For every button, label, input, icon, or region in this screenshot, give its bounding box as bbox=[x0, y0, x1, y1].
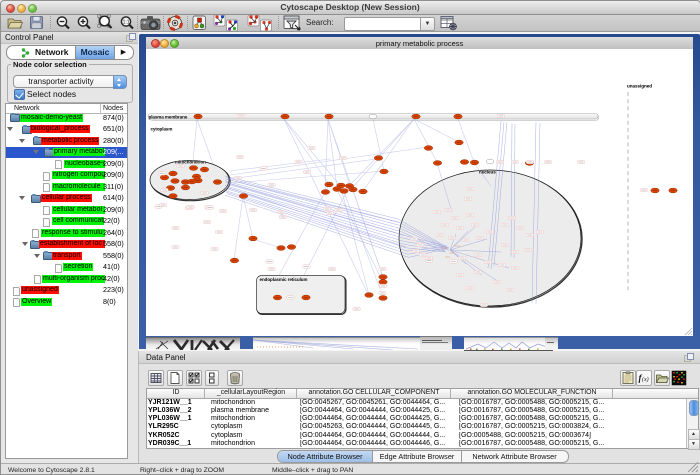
svg-text:nucleus: nucleus bbox=[479, 170, 496, 175]
svg-text:unassigned: unassigned bbox=[627, 84, 652, 89]
svg-text:1:1: 1:1 bbox=[123, 20, 130, 26]
svg-text:(x): (x) bbox=[642, 376, 649, 383]
svg-text:cytoplasm: cytoplasm bbox=[151, 127, 173, 132]
svg-text:endoplasmic reticulum: endoplasmic reticulum bbox=[260, 277, 308, 282]
svg-text:plasma membrane: plasma membrane bbox=[149, 114, 188, 119]
svg-text:mitochondrion: mitochondrion bbox=[175, 160, 206, 165]
